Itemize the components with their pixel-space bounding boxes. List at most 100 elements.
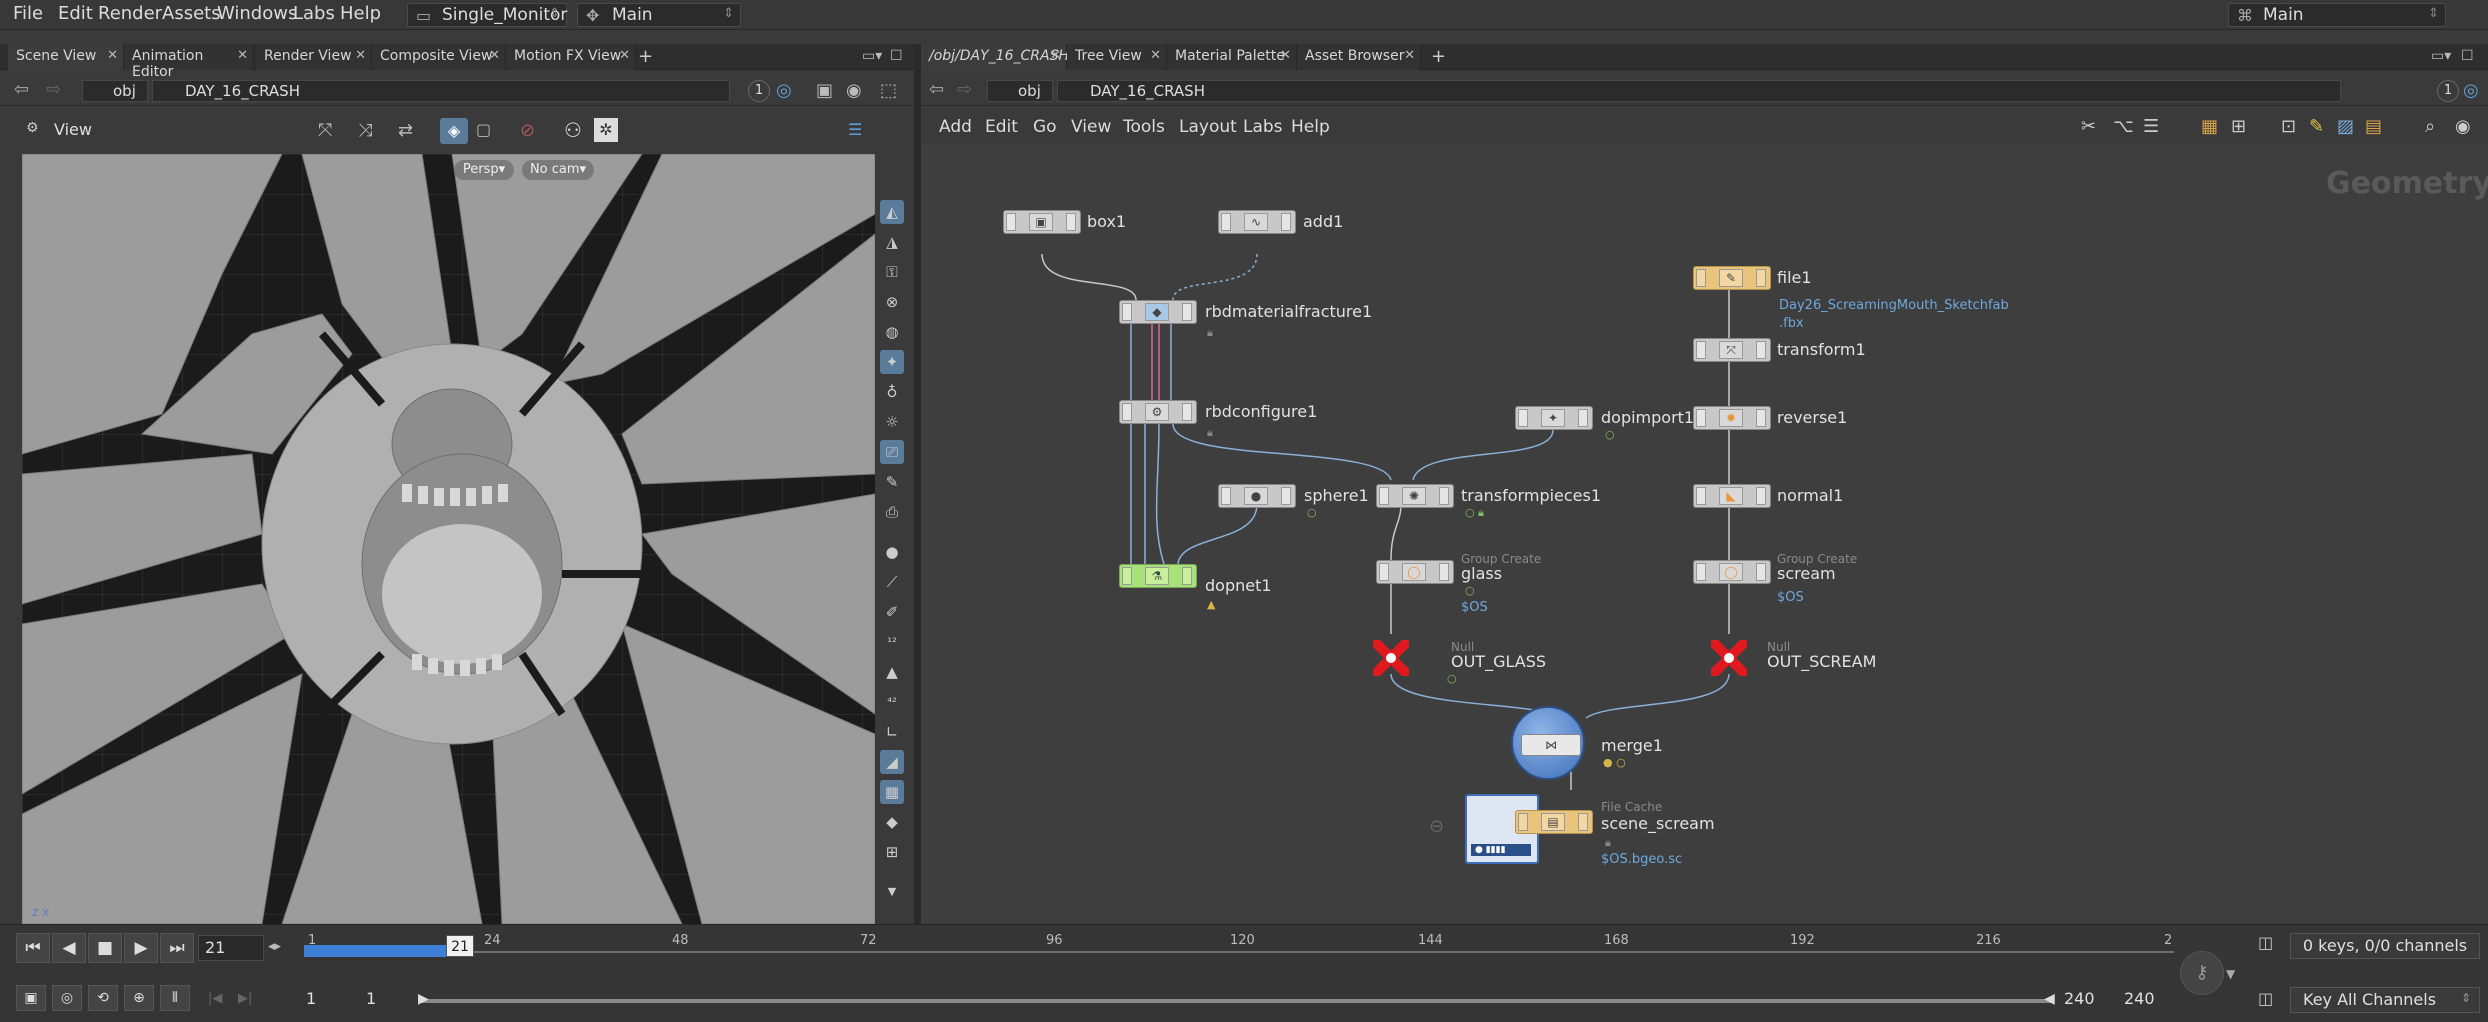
- pin-icon[interactable]: ◎: [776, 80, 792, 101]
- paint-icon[interactable]: ▲: [880, 660, 904, 684]
- menu-render[interactable]: Render: [98, 3, 162, 24]
- close-icon[interactable]: ✕: [1150, 48, 1161, 63]
- tab-render-view[interactable]: Render View ✕: [256, 44, 372, 70]
- desktop-dropdown[interactable]: ▭ Single_Monitor ⇕: [407, 3, 567, 27]
- pane-menu-icon[interactable]: ▭▾: [862, 48, 882, 64]
- measure-icon[interactable]: ⟋: [880, 570, 904, 594]
- key-wrench-icon[interactable]: ⚷: [2180, 951, 2224, 995]
- node-dopnet1[interactable]: ⚗: [1119, 564, 1197, 588]
- net-menu-tools[interactable]: Tools: [1123, 117, 1165, 137]
- range-start-handle[interactable]: ▶: [418, 991, 429, 1007]
- menu-labs[interactable]: Labs: [293, 3, 335, 24]
- next-key-icon[interactable]: ▶|: [238, 991, 252, 1006]
- history-number[interactable]: 1: [2437, 80, 2459, 102]
- link-icon[interactable]: ⬚: [880, 80, 897, 101]
- tools-icon[interactable]: ✂: [2081, 116, 2096, 137]
- tab-tree-view[interactable]: Tree View ✕: [1067, 44, 1167, 70]
- node-transformpieces1[interactable]: ✺: [1376, 484, 1454, 508]
- node-merge1[interactable]: ⋈: [1511, 706, 1585, 780]
- viewport-3d[interactable]: z x Persp▾ No cam▾: [22, 154, 875, 924]
- close-icon[interactable]: ✕: [489, 48, 500, 63]
- node-box1[interactable]: ▣: [1003, 210, 1081, 234]
- close-icon[interactable]: ✕: [1404, 48, 1415, 63]
- shaded-icon[interactable]: ◮: [880, 230, 904, 254]
- snapshot-icon[interactable]: ⚇: [564, 118, 582, 142]
- list-icon[interactable]: ☰: [2143, 116, 2159, 137]
- node-glass[interactable]: ◯: [1376, 560, 1454, 584]
- net-menu-go[interactable]: Go: [1033, 117, 1057, 137]
- path-current[interactable]: DAY_16_CRASH: [152, 80, 730, 102]
- grid-display-icon[interactable]: ◆: [880, 810, 904, 834]
- node-sphere1[interactable]: ●: [1218, 484, 1296, 508]
- keys-icon[interactable]: ◫: [2258, 933, 2273, 952]
- tree-icon[interactable]: ⌥: [2113, 116, 2134, 137]
- image-icon[interactable]: ▨: [2337, 116, 2354, 137]
- net-menu-labs[interactable]: Labs: [1243, 117, 1283, 137]
- uv-icon[interactable]: ⊞: [880, 840, 904, 864]
- tab-network-path[interactable]: /obj/DAY_16_CRASH ✕: [921, 44, 1069, 70]
- node-transform1[interactable]: ⤧: [1693, 338, 1771, 362]
- sphere-icon[interactable]: ◍: [880, 320, 904, 344]
- workspace-dropdown[interactable]: ✥ Main ⇕: [577, 3, 741, 27]
- back-icon[interactable]: ⇦: [929, 79, 944, 100]
- step-back-button[interactable]: ◀: [52, 933, 86, 963]
- display-mode-icon[interactable]: ◈: [440, 118, 468, 144]
- color-palette-icon[interactable]: ▦: [2201, 116, 2218, 137]
- realtime-toggle[interactable]: ▣: [16, 985, 46, 1011]
- maximize-icon[interactable]: ☐: [890, 48, 903, 64]
- step-icon[interactable]: ◂▸: [268, 939, 281, 954]
- first-frame-button[interactable]: ⏮: [16, 933, 50, 963]
- net-menu-add[interactable]: Add: [939, 117, 972, 137]
- stop-icon[interactable]: ⊖: [1429, 816, 1444, 837]
- angle-icon[interactable]: ∟: [880, 720, 904, 744]
- pen-icon[interactable]: ✐: [880, 600, 904, 624]
- pin-icon[interactable]: ◎: [2463, 80, 2479, 101]
- close-icon[interactable]: ✕: [1050, 48, 1061, 63]
- node-file1[interactable]: ✎: [1693, 266, 1771, 290]
- audio-icon[interactable]: ◎: [52, 985, 82, 1011]
- close-icon[interactable]: ✕: [107, 48, 118, 63]
- view-menu-icon[interactable]: ⚙: [26, 120, 39, 136]
- back-icon[interactable]: ⇦: [14, 79, 29, 100]
- numbers-icon[interactable]: ¹²: [880, 630, 904, 654]
- add-tab-icon[interactable]: +: [1431, 46, 1446, 67]
- camera-dropdown[interactable]: No cam▾: [522, 160, 594, 180]
- asset-icon[interactable]: ▤: [2365, 116, 2382, 137]
- tab-material-palette[interactable]: Material Palette ✕: [1167, 44, 1297, 70]
- node-rbdconfigure1[interactable]: ⚙: [1119, 400, 1197, 424]
- scroll-down-icon[interactable]: ▼: [880, 880, 904, 904]
- play-button[interactable]: ▶: [124, 933, 158, 963]
- perspective-dropdown[interactable]: Persp▾: [454, 160, 514, 180]
- menu-edit[interactable]: Edit: [58, 3, 93, 24]
- grid-icon[interactable]: ⊞: [2231, 116, 2246, 137]
- key-channels-icon[interactable]: ◫: [2258, 989, 2273, 1008]
- node-normal1[interactable]: ◣: [1693, 484, 1771, 508]
- range-end-handle[interactable]: ◀: [2044, 991, 2055, 1007]
- net-menu-edit[interactable]: Edit: [985, 117, 1018, 137]
- node-rbdmaterialfracture1[interactable]: ◆: [1119, 300, 1197, 324]
- lock-icon[interactable]: ⚿: [880, 260, 904, 284]
- node-dopimport1[interactable]: ✦: [1515, 406, 1593, 430]
- menu-file[interactable]: File: [13, 3, 43, 24]
- last-frame-button[interactable]: ⏭: [160, 933, 194, 963]
- tab-motion-fx-view[interactable]: Motion FX View ✕: [506, 44, 636, 70]
- camera-view-icon[interactable]: ⎚: [880, 440, 904, 464]
- background-icon[interactable]: ▦: [880, 780, 904, 804]
- start-frame-field[interactable]: 1: [300, 987, 360, 1013]
- tab-composite-view[interactable]: Composite View ✕: [372, 44, 506, 70]
- prev-key-icon[interactable]: |◀: [208, 991, 222, 1006]
- render-icon[interactable]: ✲: [594, 118, 618, 142]
- search-icon[interactable]: ⌕: [2425, 116, 2435, 137]
- key-all-channels-dropdown[interactable]: Key All Channels ⇕: [2290, 987, 2480, 1013]
- wireframe-icon[interactable]: ◭: [880, 200, 904, 224]
- bulb-icon[interactable]: ♁: [880, 380, 904, 404]
- pane-menu-icon[interactable]: ▭▾: [2431, 48, 2451, 64]
- menu-help[interactable]: Help: [340, 3, 381, 24]
- record-cam-icon[interactable]: ⎙: [880, 500, 904, 524]
- select-tool-icon[interactable]: ⤧: [318, 120, 332, 141]
- close-icon[interactable]: ✕: [237, 48, 248, 63]
- dot-icon[interactable]: ●: [880, 540, 904, 564]
- close-icon[interactable]: ✕: [355, 48, 366, 63]
- cube-icon[interactable]: ▣: [816, 80, 833, 101]
- snap-icon[interactable]: ⊗: [880, 290, 904, 314]
